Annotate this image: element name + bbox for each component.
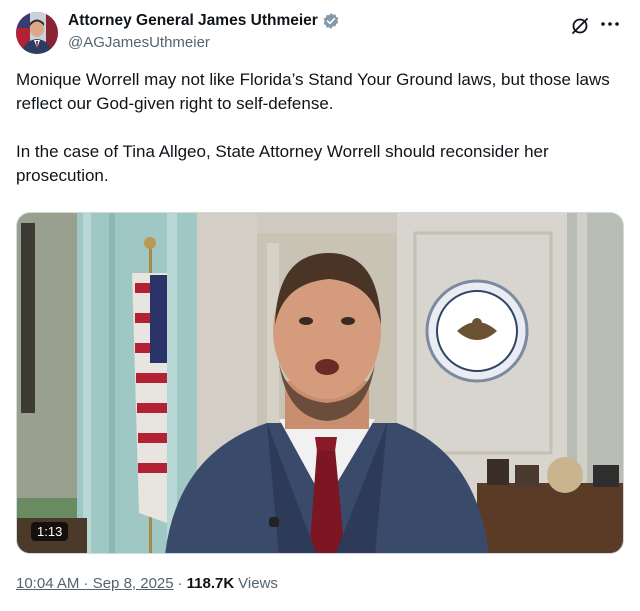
views-count: 118.7K [186,575,235,592]
author-handle[interactable]: @AGJamesUthmeier [68,34,340,51]
tweet-paragraph: In the case of Tina Allgeo, State Attorn… [16,142,549,185]
verified-badge-icon [322,12,340,30]
tweet-meta: 10:04 AM · Sep 8, 2025 · 118.7K Views [16,575,278,592]
more-icon[interactable] [598,14,622,34]
grok-icon[interactable] [570,16,590,36]
tweet-text: Monique Worrell may not like Florida’s S… [16,68,616,188]
tweet-paragraph: Monique Worrell may not like Florida’s S… [16,70,610,113]
video-thumbnail [17,213,623,553]
author-display-name[interactable]: Attorney General James Uthmeier [68,12,318,30]
video-player[interactable]: 1:13 [16,212,624,554]
tweet-timestamp-link[interactable]: 10:04 AM · Sep 8, 2025 [16,575,174,592]
avatar[interactable] [16,12,58,54]
meta-separator: · [177,575,183,592]
views-label: Views [238,575,278,592]
author-block: Attorney General James Uthmeier @AGJames… [68,12,340,51]
video-duration: 1:13 [31,522,69,541]
tweet-header: Attorney General James Uthmeier @AGJames… [16,10,624,56]
